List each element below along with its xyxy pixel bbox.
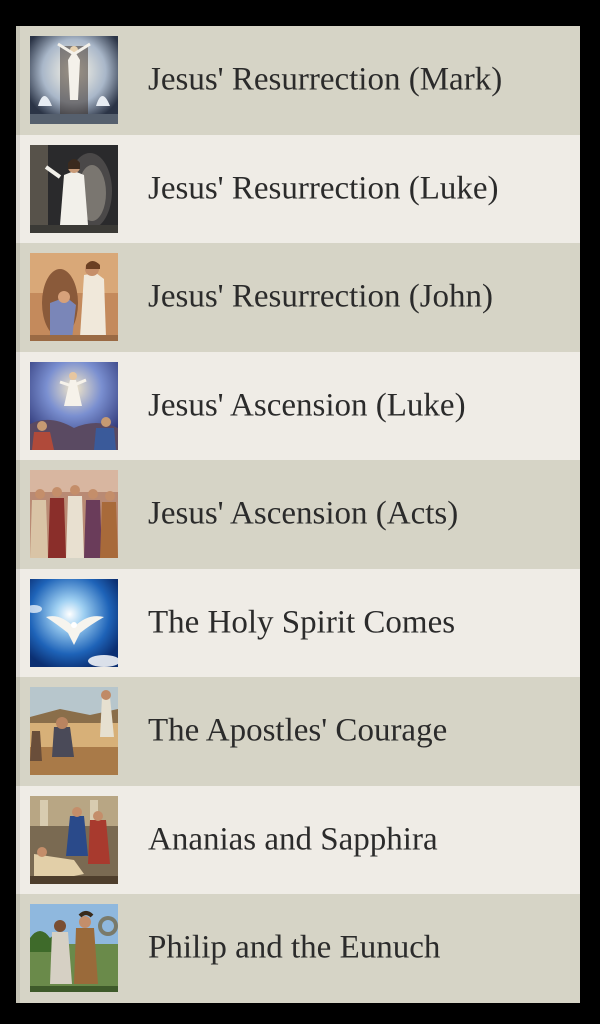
lesson-row-resurrection-mark[interactable]: Jesus' Resurrection (Mark) bbox=[16, 26, 580, 135]
lesson-row-resurrection-john[interactable]: Jesus' Resurrection (John) bbox=[16, 243, 580, 352]
lesson-title: Ananias and Sapphira bbox=[148, 821, 438, 858]
lesson-title: Jesus' Ascension (Luke) bbox=[148, 387, 466, 424]
ascension-luke-thumbnail-icon bbox=[30, 361, 118, 450]
dove-thumbnail-icon bbox=[30, 578, 118, 667]
lesson-row-ascension-acts[interactable]: Jesus' Ascension (Acts) bbox=[16, 460, 580, 569]
resurrection-luke-thumbnail-icon bbox=[30, 144, 118, 233]
lesson-row-ananias-sapphira[interactable]: Ananias and Sapphira bbox=[16, 785, 580, 894]
lesson-list: Jesus' Resurrection (Mark) Jesus' Resurr… bbox=[16, 26, 580, 1003]
resurrection-mark-thumbnail-icon bbox=[30, 36, 118, 125]
lesson-title: The Holy Spirit Comes bbox=[148, 604, 456, 641]
resurrection-john-thumbnail-icon bbox=[30, 253, 118, 342]
lesson-row-apostles-courage[interactable]: The Apostles' Courage bbox=[16, 677, 580, 786]
philip-eunuch-thumbnail-icon bbox=[30, 904, 118, 993]
ascension-acts-thumbnail-icon bbox=[30, 470, 118, 559]
lesson-title: Philip and the Eunuch bbox=[148, 929, 441, 966]
lesson-title: The Apostles' Courage bbox=[148, 712, 448, 749]
lesson-row-holy-spirit[interactable]: The Holy Spirit Comes bbox=[16, 568, 580, 677]
apostles-courage-thumbnail-icon bbox=[30, 687, 118, 776]
lesson-title: Jesus' Resurrection (John) bbox=[148, 278, 494, 315]
lesson-title: Jesus' Resurrection (Luke) bbox=[148, 170, 499, 207]
lesson-title: Jesus' Resurrection (Mark) bbox=[148, 61, 503, 98]
lesson-row-ascension-luke[interactable]: Jesus' Ascension (Luke) bbox=[16, 351, 580, 460]
lesson-row-resurrection-luke[interactable]: Jesus' Resurrection (Luke) bbox=[16, 134, 580, 243]
ananias-sapphira-thumbnail-icon bbox=[30, 795, 118, 884]
lesson-row-philip-eunuch[interactable]: Philip and the Eunuch bbox=[16, 894, 580, 1003]
lesson-title: Jesus' Ascension (Acts) bbox=[148, 495, 459, 532]
